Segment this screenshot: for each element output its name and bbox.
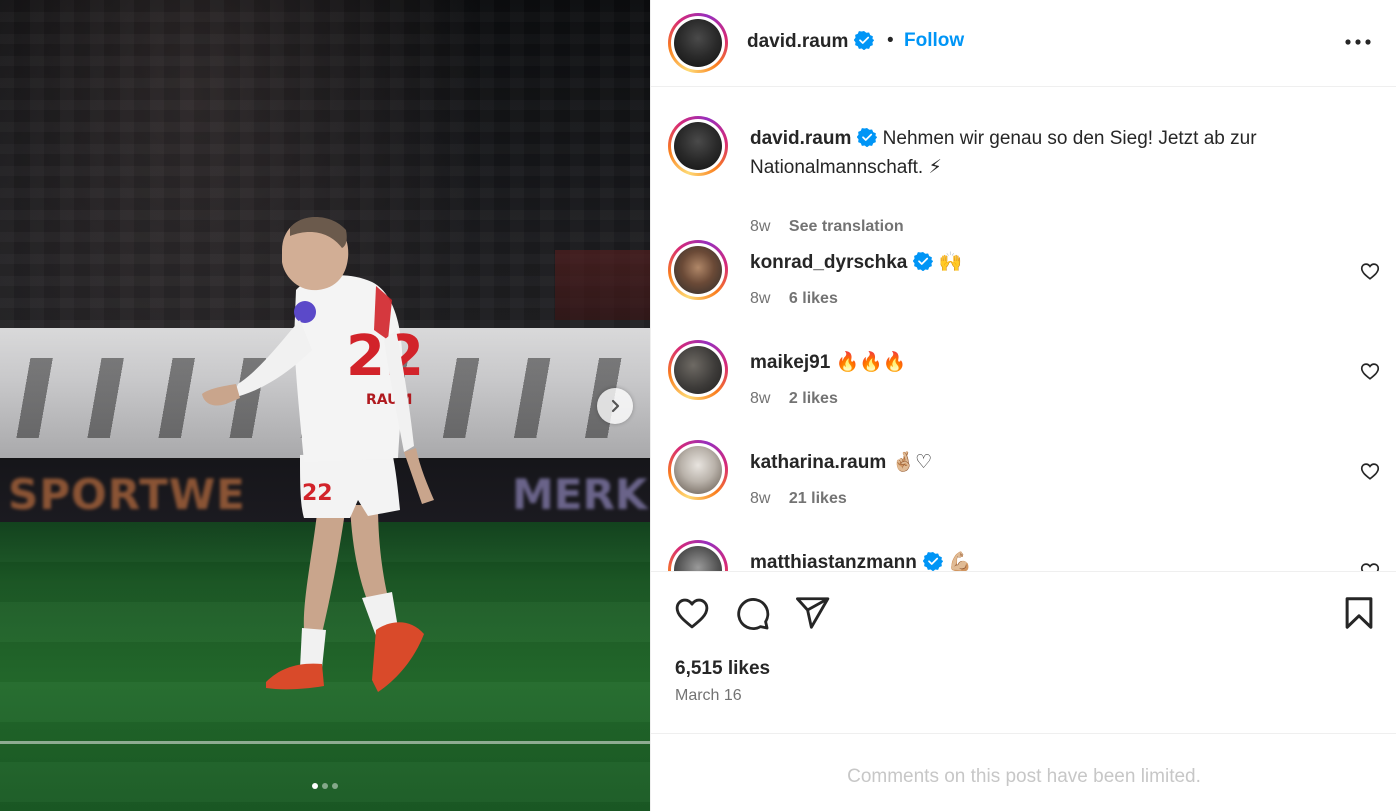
heart-icon[interactable] xyxy=(1359,560,1381,571)
caption-time[interactable]: 8w xyxy=(750,218,770,235)
comment-time[interactable]: 8w xyxy=(750,390,770,407)
chevron-right-icon xyxy=(611,399,620,413)
comment-time[interactable]: 8w xyxy=(750,490,770,507)
header-separator: • xyxy=(887,30,894,51)
comment-likes[interactable]: 2 likes xyxy=(789,390,838,407)
comment-meta: 8w 2 likes xyxy=(750,390,838,408)
verified-badge-icon xyxy=(857,128,878,147)
post-details-panel: david.raum • Follow david.raum Nehmen wi… xyxy=(650,0,1396,811)
heart-icon[interactable] xyxy=(1359,360,1381,382)
comments-footer: Comments on this post have been limited. xyxy=(651,733,1396,811)
carousel-dot xyxy=(332,783,338,789)
comment-time[interactable]: 8w xyxy=(750,290,770,307)
heart-icon[interactable] xyxy=(1359,260,1381,282)
comment-avatar[interactable] xyxy=(668,340,728,400)
comment-username[interactable]: katharina.raum xyxy=(750,452,886,473)
comments-list[interactable]: david.raum Nehmen wir genau so den Sieg!… xyxy=(651,88,1396,571)
caption-avatar[interactable] xyxy=(668,116,728,176)
player-figure: 22 22 RAUM xyxy=(202,217,434,692)
caption-text: david.raum Nehmen wir genau so den Sieg!… xyxy=(750,124,1340,182)
follow-button[interactable]: Follow xyxy=(904,30,964,52)
verified-badge-icon xyxy=(922,552,943,571)
more-options-icon[interactable] xyxy=(1343,29,1373,55)
comment-username[interactable]: matthiastanzmann xyxy=(750,552,917,571)
post-media[interactable]: SPORTWE MERK 22 22 RAUM xyxy=(0,0,650,811)
see-translation-link[interactable]: See translation xyxy=(789,218,904,235)
next-slide-button[interactable] xyxy=(597,388,633,424)
post-actions: 6,515 likes March 16 xyxy=(651,571,1396,733)
comment-avatar[interactable] xyxy=(668,240,728,300)
comment-text: katharina.raum 🤞🏼♡ xyxy=(750,448,1340,477)
comment-avatar[interactable] xyxy=(668,440,728,500)
author-username-text[interactable]: david.raum xyxy=(747,31,848,52)
comments-limited-notice: Comments on this post have been limited. xyxy=(847,766,1201,787)
comment-text: konrad_dyrschka 🙌 xyxy=(750,248,1340,277)
post-header: david.raum • Follow xyxy=(651,0,1396,87)
comment-likes[interactable]: 21 likes xyxy=(789,490,847,507)
comment-meta: 8w 6 likes xyxy=(750,290,838,308)
carousel-dot-active xyxy=(312,783,318,789)
comment-body: 🤞🏼♡ xyxy=(891,452,933,473)
svg-text:22: 22 xyxy=(302,481,333,506)
caption-username[interactable]: david.raum xyxy=(750,128,851,149)
comment-username[interactable]: maikej91 xyxy=(750,352,830,373)
heart-icon[interactable] xyxy=(1359,460,1381,482)
comment-text: maikej91 🔥🔥🔥 xyxy=(750,348,1340,377)
post-date[interactable]: March 16 xyxy=(675,687,742,705)
caption-emoji: ⚡ xyxy=(928,157,942,178)
bookmark-icon[interactable] xyxy=(1340,594,1378,632)
author-avatar[interactable] xyxy=(668,13,728,73)
caption-meta: 8w See translation xyxy=(750,218,904,236)
carousel-dot xyxy=(322,783,328,789)
comment-body: 🔥🔥🔥 xyxy=(835,352,907,373)
verified-badge-icon xyxy=(854,31,875,50)
comment-body: 🙌 xyxy=(938,252,963,273)
likes-count[interactable]: 6,515 likes xyxy=(675,658,770,680)
carousel-indicator xyxy=(0,783,650,789)
author-username[interactable]: david.raum xyxy=(747,30,875,53)
comment-meta: 8w 21 likes xyxy=(750,490,847,508)
verified-badge-icon xyxy=(913,252,934,271)
comment-body: 💪🏼 xyxy=(948,552,972,571)
comment-username[interactable]: konrad_dyrschka xyxy=(750,252,907,273)
comment-text: matthiastanzmann 💪🏼 xyxy=(750,548,1340,571)
share-icon[interactable] xyxy=(793,594,831,632)
comment-avatar[interactable] xyxy=(668,540,728,571)
comment-icon[interactable] xyxy=(733,594,771,632)
heart-icon[interactable] xyxy=(673,594,711,632)
comment-likes[interactable]: 6 likes xyxy=(789,290,838,307)
